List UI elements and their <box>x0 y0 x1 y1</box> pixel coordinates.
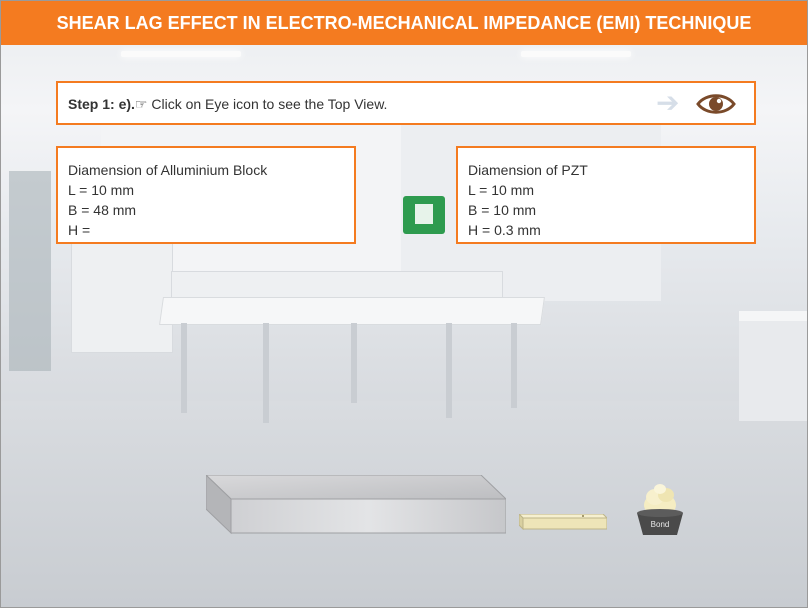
pzt-height: H = 0.3 mm <box>468 222 541 238</box>
table-leg <box>263 323 269 423</box>
ceiling-light <box>121 51 241 57</box>
pointing-hand-icon: ☞ <box>134 96 148 112</box>
pzt-length: L = 10 mm <box>468 182 535 198</box>
lab-door <box>9 171 51 371</box>
ceiling-light <box>521 51 631 57</box>
step-label: Step 1: e). <box>68 96 135 112</box>
first-aid-box <box>403 196 445 234</box>
table-leg <box>446 323 452 418</box>
table-leg <box>511 323 517 408</box>
lab-counter <box>739 311 807 421</box>
lab-cabinet <box>71 241 173 353</box>
aluminium-block[interactable] <box>206 475 506 535</box>
instruction-panel: Step 1: e).☞ Click on Eye icon to see th… <box>56 81 756 125</box>
eye-icon[interactable] <box>696 90 736 118</box>
pzt-breadth: B = 10 mm <box>468 202 537 218</box>
instruction-text: Step 1: e).☞ Click on Eye icon to see th… <box>68 96 387 113</box>
simulation-stage: SHEAR LAG EFFECT IN ELECTRO-MECHANICAL I… <box>0 0 808 608</box>
pzt-title: Diamension of PZT <box>468 162 588 178</box>
pzt-patch[interactable] <box>519 514 607 530</box>
right-arrow-icon: ➔ <box>656 87 680 118</box>
table-leg <box>351 323 357 403</box>
aluminium-height: H = <box>68 222 91 238</box>
aluminium-dimension-panel: Diamension of Alluminium Block L = 10 mm… <box>56 146 356 244</box>
table-leg <box>181 323 187 413</box>
aluminium-breadth: B = 48 mm <box>68 202 137 218</box>
bond-label: Bond <box>651 520 670 529</box>
aluminium-title: Diamension of Alluminium Block <box>68 162 268 178</box>
pzt-dimension-panel: Diamension of PZT L = 10 mm B = 10 mm H … <box>456 146 756 244</box>
bond-adhesive-cup[interactable]: Bond <box>633 481 687 537</box>
step-instruction: Click on Eye icon to see the Top View. <box>147 96 388 112</box>
lab-table <box>159 297 545 325</box>
page-title: SHEAR LAG EFFECT IN ELECTRO-MECHANICAL I… <box>1 1 807 45</box>
aluminium-length: L = 10 mm <box>68 182 135 198</box>
